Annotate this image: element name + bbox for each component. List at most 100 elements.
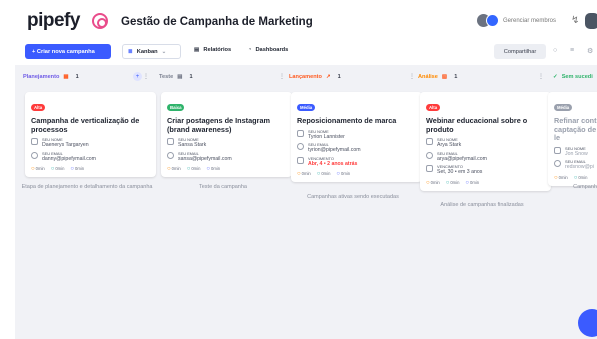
- more-icon[interactable]: ⋮: [143, 73, 149, 80]
- at-icon: [31, 151, 38, 159]
- card-footer: 0min 0min 0min: [31, 166, 151, 172]
- card-footer: 0min 0min 0min: [297, 171, 417, 177]
- id-card-icon: [297, 129, 304, 137]
- id-card-icon: [31, 138, 38, 145]
- card[interactable]: Baixa Criar postagens de Instagram (bran…: [161, 92, 292, 177]
- column-lancamento: Lançamento ↗ 1 ⋮ Média Reposicionamento …: [281, 69, 422, 335]
- field-value: Abr, 4 • 2 anos atrás: [308, 160, 358, 167]
- card[interactable]: Alta Campanha de verticalização de proce…: [25, 92, 156, 177]
- top-bar: pipefy Gestão de Campanha de Marketing G…: [0, 0, 597, 40]
- time-age: 0min: [70, 166, 84, 172]
- column-title: Sem sucedi: [561, 73, 593, 80]
- reports-button[interactable]: ▤ Relatórios: [194, 47, 231, 53]
- column-description: Campanhas ativas sendo executadas: [307, 194, 399, 200]
- card-title: Criar postagens de Instagram (brand awar…: [167, 116, 270, 134]
- new-campaign-button[interactable]: + Criar nova campanha: [25, 44, 111, 59]
- field-value: Daenerys Targaryen: [42, 142, 89, 148]
- at-icon: [426, 151, 433, 159]
- column-count: 1: [337, 73, 341, 80]
- priority-badge: Baixa: [167, 104, 185, 111]
- card-title: Refinar conte captação de le: [554, 116, 597, 142]
- column-count: 1: [75, 73, 79, 80]
- view-selector[interactable]: ≣ Kanban ⌄: [122, 44, 181, 59]
- card[interactable]: Média Refinar conte captação de le SEU N…: [548, 92, 597, 186]
- field-value: arya@pipefymail.com: [437, 155, 487, 162]
- column-count: 1: [189, 73, 193, 80]
- more-icon[interactable]: ⋮: [538, 73, 544, 80]
- due-field: VENCIMENTO Abr, 4 • 2 anos atrás: [297, 156, 417, 168]
- chevron-down-icon: ⌄: [161, 48, 167, 55]
- column-sem-sucesso: ✓ Sem sucedi Média Refinar conte captaçã…: [545, 69, 597, 335]
- dashboards-icon: ◔: [248, 47, 252, 53]
- at-icon: [297, 143, 304, 150]
- column-count: 1: [454, 73, 458, 80]
- name-field: SEU NOME Sansa Stark: [167, 137, 287, 149]
- email-field: SEU EMAIL arya@pipefymail.com: [426, 151, 546, 163]
- time-total: 0min: [574, 175, 587, 181]
- filter-icon[interactable]: ≡: [570, 47, 574, 54]
- field-label: SEU NOME: [565, 145, 586, 151]
- field-value: danny@pipefymail.com: [42, 155, 96, 162]
- avatar: [486, 14, 499, 27]
- email-field: SEU EMAIL redsnow@pi: [554, 159, 597, 171]
- view-label: Kanban: [136, 48, 158, 55]
- field-value: Jon Snow: [565, 150, 588, 157]
- field-value: Sansa Stark: [178, 142, 207, 148]
- at-icon: [554, 160, 561, 167]
- id-card-icon: [554, 146, 561, 154]
- check-icon: ✓: [553, 73, 558, 80]
- time-total: 0min: [51, 166, 64, 172]
- name-field: SEU NOME Daenerys Targaryen: [31, 137, 151, 149]
- time-in-phase: 0min: [297, 171, 311, 177]
- time-total: 0min: [446, 180, 459, 186]
- email-field: SEU EMAIL tyrion@pipefymail.com: [297, 142, 417, 154]
- column-title: Teste: [159, 73, 174, 80]
- member-avatars[interactable]: [477, 14, 499, 28]
- field-value: redsnow@pi: [565, 164, 594, 170]
- email-field: SEU EMAIL danny@pipefymail.com: [31, 151, 151, 163]
- name-field: SEU NOME Jon Snow: [554, 146, 597, 158]
- settings-icon[interactable]: ⚙: [587, 47, 593, 55]
- column-analise: Análise ▧ 1 ⋮ Alta Webinar educacional s…: [410, 69, 551, 335]
- card-title: Reposicionamento de marca: [297, 116, 397, 125]
- column-teste: Teste ▤ 1 ⋮ Baixa Criar postagens de Ins…: [151, 69, 292, 335]
- dashboards-button[interactable]: ◔ Dashboards: [248, 47, 288, 53]
- field-value: Arya Stark: [437, 142, 462, 148]
- kanban-board: Planejamento ▦ 1 + ⋮ Alta Campanha de ve…: [15, 65, 597, 339]
- column-title: Lançamento: [289, 73, 322, 80]
- share-button[interactable]: Compartilhar: [494, 44, 546, 59]
- card-footer: 0min 0min 0min: [167, 166, 287, 172]
- priority-badge: Média: [554, 104, 573, 111]
- time-total: 0min: [317, 171, 330, 177]
- time-in-phase: 0min: [554, 175, 568, 181]
- due-field: VENCIMENTO Set, 30 • em 3 anos: [426, 164, 546, 176]
- search-icon[interactable]: ○: [553, 47, 557, 54]
- column-title: Análise: [418, 73, 438, 80]
- card-footer: 0min 0min: [554, 175, 597, 181]
- column-header: Lançamento ↗ 1: [281, 69, 405, 84]
- card[interactable]: Alta Webinar educacional sobre o produto…: [420, 92, 551, 191]
- user-avatar[interactable]: [585, 13, 597, 29]
- calendar-icon: [426, 165, 433, 172]
- lightning-icon[interactable]: ↯: [571, 15, 579, 26]
- dashboards-label: Dashboards: [255, 47, 289, 53]
- card-footer: 0min 0min 0min: [426, 180, 546, 186]
- reports-label: Relatórios: [203, 47, 232, 53]
- field-value: Tyrion Lannister: [308, 133, 345, 140]
- column-header: Planejamento ▦ 1: [15, 69, 139, 84]
- reports-icon: ▤: [194, 47, 200, 53]
- time-age: 0min: [336, 171, 350, 177]
- share-label: Compartilhar: [503, 48, 537, 55]
- card[interactable]: Média Reposicionamento de marca SEU NOME…: [291, 92, 422, 182]
- document-icon: ▤: [177, 73, 183, 80]
- time-in-phase: 0min: [31, 166, 45, 172]
- column-title: Planejamento: [23, 73, 60, 80]
- rocket-icon: ↗: [325, 73, 331, 80]
- id-card-icon: [167, 138, 174, 145]
- calendar-icon: ▦: [63, 73, 69, 80]
- chart-icon: ▧: [441, 73, 448, 80]
- pipefy-logo[interactable]: pipefy: [27, 10, 80, 32]
- manage-members-link[interactable]: Gerenciar membros: [503, 18, 556, 24]
- column-description: Teste da campanha: [198, 184, 247, 190]
- add-card-button[interactable]: +: [133, 72, 142, 81]
